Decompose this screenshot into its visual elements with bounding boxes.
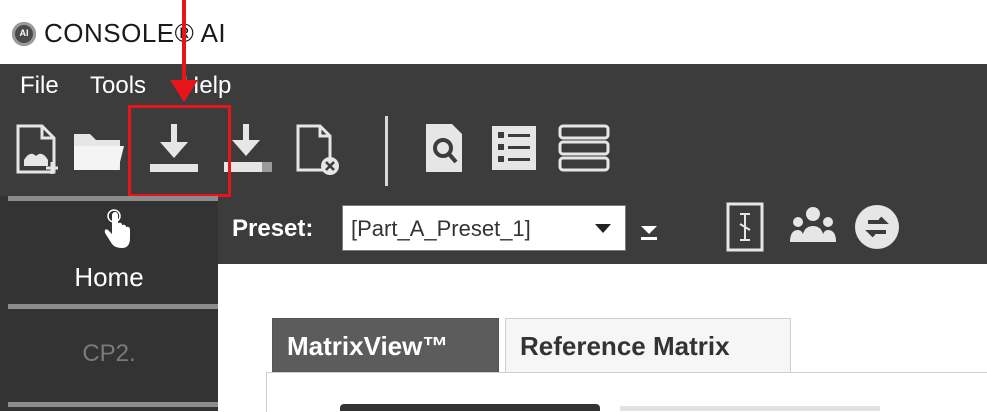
toolbar-separator — [385, 116, 388, 186]
tab-reference-matrix[interactable]: Reference Matrix — [505, 318, 791, 372]
preset-download-icon[interactable] — [638, 222, 660, 242]
sidebar-item-cp2[interactable]: CP2. — [0, 340, 218, 368]
menu-bar: File Tools Help — [0, 72, 987, 108]
panel-header-strip — [340, 404, 600, 411]
chevron-down-icon[interactable] — [595, 224, 611, 233]
users-icon[interactable] — [788, 200, 838, 254]
panel-header-strip — [620, 406, 880, 411]
annotation-highlight-box — [128, 105, 231, 197]
menu-tools[interactable]: Tools — [90, 72, 146, 100]
preset-value: [Part_A_Preset_1] — [351, 216, 531, 241]
app-title: CONSOLE® AI — [44, 18, 227, 48]
new-file-icon[interactable] — [10, 116, 66, 180]
sidebar-divider — [8, 304, 218, 309]
menu-file[interactable]: File — [20, 72, 59, 100]
stack-icon[interactable] — [556, 116, 612, 180]
app-logo-icon: AI — [12, 22, 36, 46]
sidebar-divider — [8, 196, 218, 201]
remove-file-icon[interactable] — [290, 116, 346, 180]
preset-dropdown[interactable]: [Part_A_Preset_1] — [342, 205, 626, 251]
annotation-arrow-head — [170, 80, 198, 102]
tab-matrixview[interactable]: MatrixView™ — [272, 318, 499, 372]
swap-icon[interactable] — [852, 200, 902, 254]
list-view-icon[interactable] — [488, 116, 544, 180]
search-document-icon[interactable] — [418, 116, 474, 180]
measure-icon[interactable] — [722, 200, 772, 254]
annotation-arrow-line — [182, 0, 186, 90]
hand-pointer-icon[interactable] — [100, 208, 134, 250]
title-bar: AI CONSOLE® AI — [0, 0, 987, 64]
sidebar-divider — [8, 402, 218, 407]
open-folder-icon[interactable] — [70, 116, 126, 180]
sidebar-item-home[interactable]: Home — [0, 262, 218, 293]
preset-label: Preset: — [232, 215, 314, 242]
